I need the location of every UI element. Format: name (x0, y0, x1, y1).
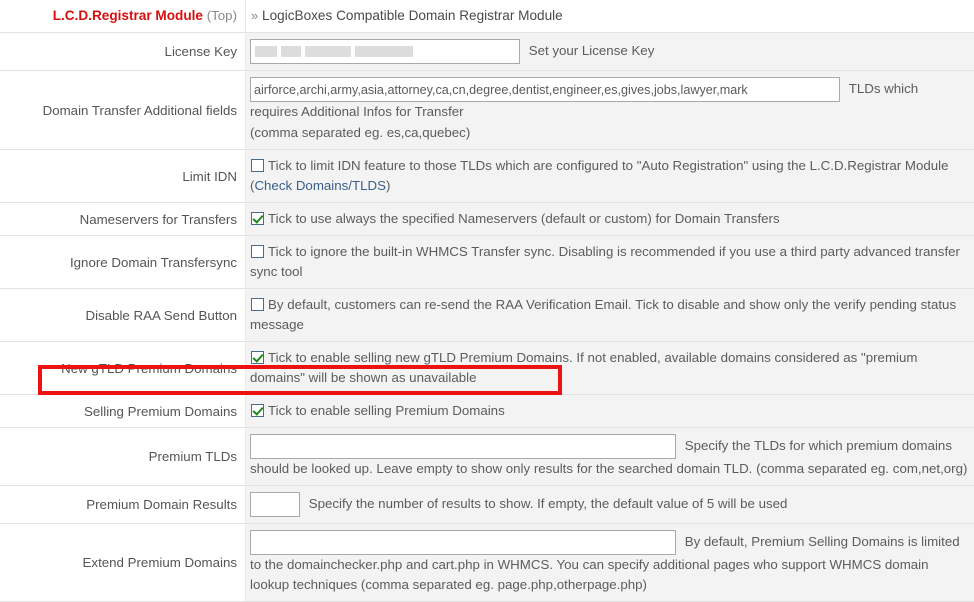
field-ignore-domain-transfersync: Tick to ignore the built-in WHMCS Transf… (246, 236, 974, 289)
module-title: L.C.D.Registrar Module (53, 8, 203, 23)
ignore-domain-transfersync-note: Tick to ignore the built-in WHMCS Transf… (250, 244, 960, 279)
field-selling-premium-domains: Tick to enable selling Premium Domains (246, 395, 974, 428)
label-domain-transfer-additional-fields: Domain Transfer Additional fields (0, 71, 246, 150)
label-premium-tlds: Premium TLDs (0, 428, 246, 486)
label-ignore-domain-transfersync: Ignore Domain Transfersync (0, 236, 246, 289)
premium-tlds-input[interactable] (250, 434, 676, 459)
field-extend-premium-domains: By default, Premium Selling Domains is l… (246, 524, 974, 602)
domain-transfer-additional-fields-input[interactable] (250, 77, 840, 102)
selling-premium-domains-note: Tick to enable selling Premium Domains (268, 403, 505, 418)
row-ignore-domain-transfersync: Ignore Domain Transfersync Tick to ignor… (0, 236, 974, 289)
limit-idn-checkbox[interactable] (251, 159, 264, 172)
module-settings-table: L.C.D.Registrar Module (Top) » LogicBoxe… (0, 0, 974, 602)
nameservers-for-transfers-note: Tick to use always the specified Nameser… (268, 211, 780, 226)
field-premium-domain-results: Specify the number of results to show. I… (246, 486, 974, 524)
field-nameservers-for-transfers: Tick to use always the specified Nameser… (246, 203, 974, 236)
label-selling-premium-domains: Selling Premium Domains (0, 395, 246, 428)
label-nameservers-for-transfers: Nameservers for Transfers (0, 203, 246, 236)
row-premium-tlds: Premium TLDs Specify the TLDs for which … (0, 428, 974, 486)
field-limit-idn: Tick to limit IDN feature to those TLDs … (246, 150, 974, 203)
label-extend-premium-domains: Extend Premium Domains (0, 524, 246, 602)
label-new-gtld-premium-domains: New gTLD Premium Domains (0, 342, 246, 395)
row-new-gtld-premium-domains: New gTLD Premium Domains Tick to enable … (0, 342, 974, 395)
disable-raa-send-button-note: By default, customers can re-send the RA… (250, 297, 956, 332)
label-disable-raa-send-button: Disable RAA Send Button (0, 289, 246, 342)
row-premium-domain-results: Premium Domain Results Specify the numbe… (0, 486, 974, 524)
premium-domain-results-input[interactable] (250, 492, 300, 517)
row-disable-raa-send-button: Disable RAA Send Button By default, cust… (0, 289, 974, 342)
label-premium-domain-results: Premium Domain Results (0, 486, 246, 524)
license-key-note: Set your License Key (529, 43, 655, 58)
selling-premium-domains-checkbox[interactable] (251, 404, 264, 417)
new-gtld-premium-domains-note: Tick to enable selling new gTLD Premium … (250, 350, 917, 385)
row-limit-idn: Limit IDN Tick to limit IDN feature to t… (0, 150, 974, 203)
new-gtld-premium-domains-checkbox[interactable] (251, 351, 264, 364)
row-extend-premium-domains: Extend Premium Domains By default, Premi… (0, 524, 974, 602)
license-key-input[interactable] (250, 39, 520, 64)
field-domain-transfer-additional-fields: TLDs which requires Additional Infos for… (246, 71, 974, 150)
field-disable-raa-send-button: By default, customers can re-send the RA… (246, 289, 974, 342)
field-license-key: Set your License Key (246, 33, 974, 71)
row-license-key: License Key Set your License Key (0, 33, 974, 71)
domain-transfer-additional-fields-note2: (comma separated eg. es,ca,quebec) (250, 123, 968, 143)
module-description-cell: » LogicBoxes Compatible Domain Registrar… (246, 0, 974, 33)
chevron-right-icon: » (251, 8, 258, 23)
field-new-gtld-premium-domains: Tick to enable selling new gTLD Premium … (246, 342, 974, 395)
check-domains-tlds-link[interactable]: Check Domains/TLDS (254, 178, 386, 193)
extend-premium-domains-input[interactable] (250, 530, 676, 555)
premium-domain-results-note: Specify the number of results to show. I… (309, 496, 788, 511)
row-selling-premium-domains: Selling Premium Domains Tick to enable s… (0, 395, 974, 428)
nameservers-for-transfers-checkbox[interactable] (251, 212, 264, 225)
module-top-label: (Top) (207, 8, 237, 23)
limit-idn-note-tail: ) (386, 178, 390, 193)
module-description: LogicBoxes Compatible Domain Registrar M… (262, 8, 563, 23)
disable-raa-send-button-checkbox[interactable] (251, 298, 264, 311)
row-nameservers-for-transfers: Nameservers for Transfers Tick to use al… (0, 203, 974, 236)
field-premium-tlds: Specify the TLDs for which premium domai… (246, 428, 974, 486)
label-license-key: License Key (0, 33, 246, 71)
label-limit-idn: Limit IDN (0, 150, 246, 203)
module-title-cell: L.C.D.Registrar Module (Top) (0, 0, 246, 33)
row-domain-transfer-additional-fields: Domain Transfer Additional fields TLDs w… (0, 71, 974, 150)
ignore-domain-transfersync-checkbox[interactable] (251, 245, 264, 258)
module-header-row: L.C.D.Registrar Module (Top) » LogicBoxe… (0, 0, 974, 33)
